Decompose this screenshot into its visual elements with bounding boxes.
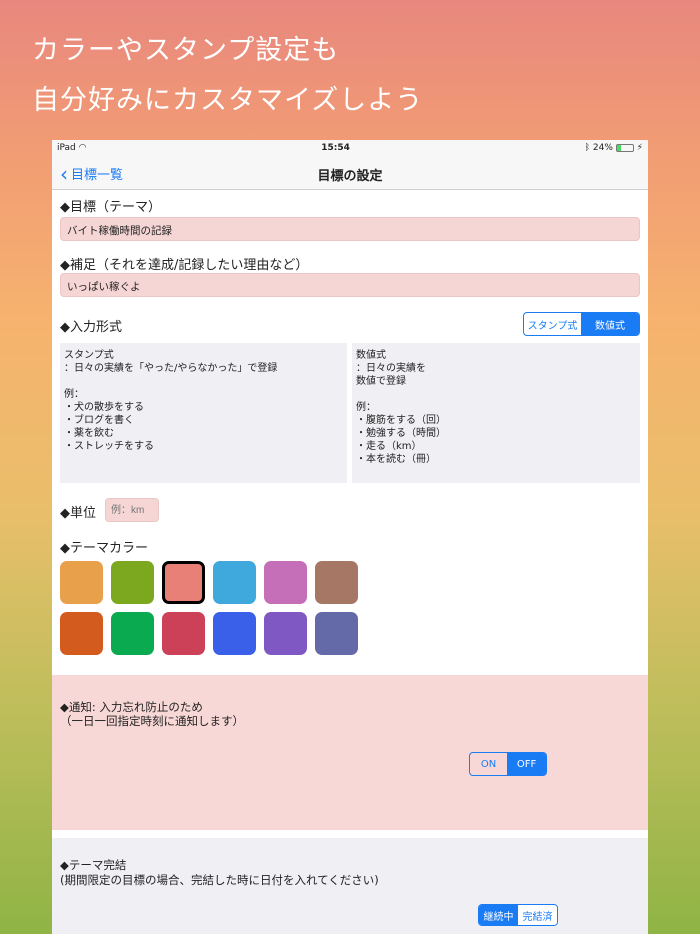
promo-line-2: 自分好みにカスタマイズしよう bbox=[32, 85, 424, 116]
promo-line-1: カラーやスタンプ設定も bbox=[32, 35, 340, 66]
device-name: iPad bbox=[57, 143, 76, 153]
note-input[interactable]: いっぱい稼ぐよ bbox=[60, 273, 640, 297]
notification-toggle: ON OFF bbox=[469, 752, 547, 776]
segment-stamp[interactable]: スタンプ式 bbox=[524, 313, 581, 335]
color-swatch[interactable] bbox=[111, 561, 154, 604]
color-swatch[interactable] bbox=[213, 612, 256, 655]
input-type-label: ◆入力形式 bbox=[60, 320, 122, 335]
wifi-icon: ◠ bbox=[78, 143, 87, 153]
note-label: ◆補足（それを達成/記録したい理由など） bbox=[60, 258, 309, 273]
color-swatch[interactable] bbox=[264, 612, 307, 655]
notification-sub: （一日一回指定時刻に通知します） bbox=[60, 714, 244, 728]
ipad-screen: iPad ◠ 15:54 ᛒ 24% ⚡ ‹ 目標一覧 目標の設定 ◆目標（テーマ… bbox=[52, 140, 648, 934]
completion-toggle: 継続中 完結済 bbox=[478, 904, 558, 926]
color-swatch[interactable] bbox=[60, 612, 103, 655]
notification-off[interactable]: OFF bbox=[507, 753, 546, 775]
completion-label: ◆テーマ完結 bbox=[60, 858, 127, 872]
notification-section: ◆通知: 入力忘れ防止のため （一日一回指定時刻に通知します） ON OFF bbox=[52, 675, 648, 830]
status-bar: iPad ◠ 15:54 ᛒ 24% ⚡ bbox=[52, 140, 648, 156]
clock: 15:54 bbox=[321, 143, 350, 153]
unit-label: ◆単位 bbox=[60, 506, 96, 521]
color-swatch[interactable] bbox=[162, 561, 205, 604]
bluetooth-icon: ᛒ bbox=[584, 143, 591, 153]
goal-label: ◆目標（テーマ） bbox=[60, 200, 161, 215]
input-type-segmented: スタンプ式 数値式 bbox=[523, 312, 640, 336]
color-swatch[interactable] bbox=[60, 561, 103, 604]
completion-sub: (期間限定の目標の場合、完結した時に日付を入れてください) bbox=[60, 873, 379, 887]
color-swatch[interactable] bbox=[315, 561, 358, 604]
color-swatch[interactable] bbox=[315, 612, 358, 655]
navigation-bar: ‹ 目標一覧 目標の設定 bbox=[52, 156, 648, 190]
stamp-description: スタンプ式 ：日々の実績を「やった/やらなかった」で登録 例： ・犬の散歩をする… bbox=[60, 343, 347, 483]
battery-icon bbox=[615, 143, 634, 152]
completion-section: ◆テーマ完結 (期間限定の目標の場合、完結した時に日付を入れてください) 継続中… bbox=[52, 838, 648, 934]
completion-ongoing[interactable]: 継続中 bbox=[479, 905, 518, 925]
notification-label: ◆通知: 入力忘れ防止のため bbox=[60, 700, 203, 714]
color-swatch[interactable] bbox=[111, 612, 154, 655]
notification-on[interactable]: ON bbox=[470, 753, 507, 775]
goal-input[interactable]: バイト稼働時間の記録 bbox=[60, 217, 640, 241]
battery-percent: 24% bbox=[592, 143, 613, 153]
page-title: 目標の設定 bbox=[317, 169, 383, 184]
color-swatch[interactable] bbox=[213, 561, 256, 604]
completion-done[interactable]: 完結済 bbox=[518, 905, 557, 925]
number-description: 数値式 ：日々の実績を 数値で登録 例： ・腹筋をする（回） ・勉強する（時間）… bbox=[352, 343, 640, 483]
segment-number[interactable]: 数値式 bbox=[581, 313, 639, 335]
theme-color-label: ◆テーマカラー bbox=[60, 541, 148, 556]
color-swatch[interactable] bbox=[162, 612, 205, 655]
unit-input[interactable] bbox=[105, 498, 159, 522]
color-swatch[interactable] bbox=[264, 561, 307, 604]
